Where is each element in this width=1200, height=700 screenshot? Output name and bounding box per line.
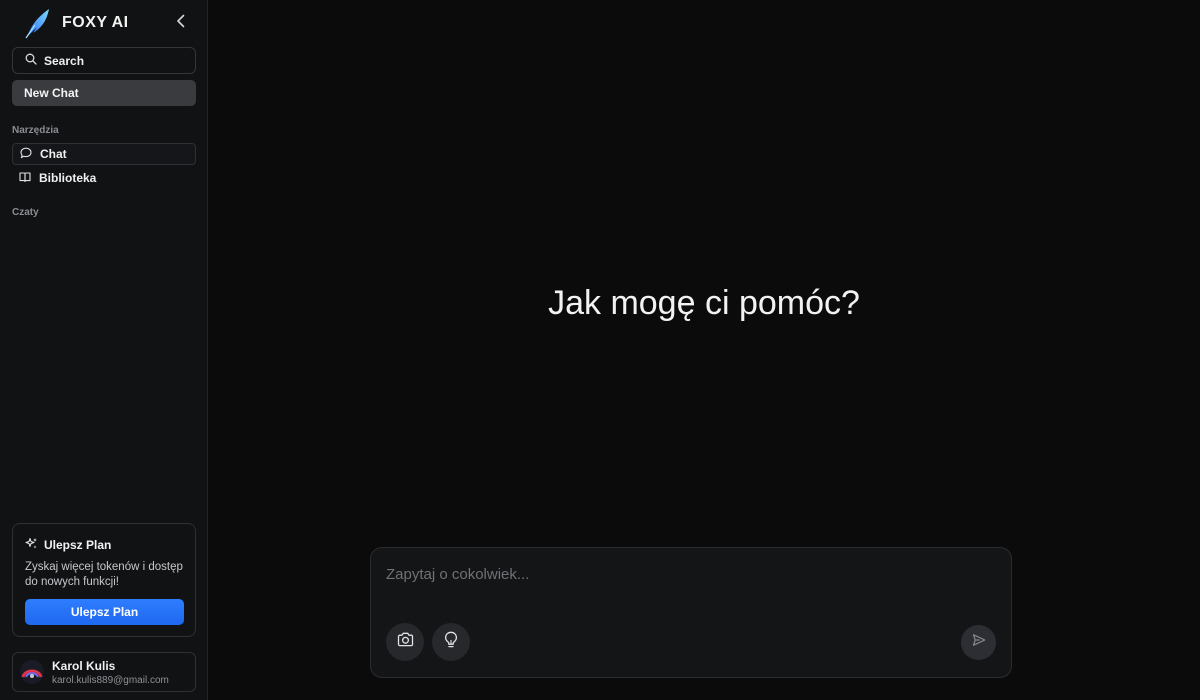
app-window: FOXY AI Search New Chat Narzędzia Chat B… [0, 0, 1200, 700]
search-icon [25, 52, 37, 70]
sidebar: FOXY AI Search New Chat Narzędzia Chat B… [0, 0, 208, 700]
sidebar-item-biblioteka[interactable]: Biblioteka [12, 167, 196, 189]
chat-composer [370, 547, 1012, 678]
welcome-headline: Jak mogę ci pomóc? [548, 284, 860, 322]
upgrade-plan-button[interactable]: Ulepsz Plan [25, 599, 184, 625]
section-label-chats: Czaty [12, 207, 39, 218]
user-profile[interactable]: Karol Kulis karol.kulis889@gmail.com [12, 652, 196, 692]
main-area: Jak mogę ci pomóc? [208, 0, 1200, 700]
send-icon [972, 633, 986, 652]
camera-icon [397, 632, 414, 652]
sidebar-item-label: Chat [40, 147, 67, 161]
upgrade-description: Zyskaj więcej tokenów i dostęp do nowych… [25, 561, 183, 588]
feather-logo-icon [22, 7, 52, 39]
upgrade-title: Ulepsz Plan [25, 537, 111, 553]
avatar [20, 660, 44, 684]
user-name: Karol Kulis [52, 658, 116, 673]
user-email: karol.kulis889@gmail.com [52, 674, 169, 686]
section-label-tools: Narzędzia [12, 125, 59, 136]
brand-name: FOXY AI [62, 14, 129, 31]
camera-button[interactable] [386, 623, 424, 661]
user-info: Karol Kulis karol.kulis889@gmail.com [52, 659, 169, 686]
upgrade-title-text: Ulepsz Plan [44, 538, 112, 552]
book-icon [19, 171, 31, 186]
prompt-input[interactable] [386, 562, 986, 586]
sidebar-item-label: Biblioteka [39, 171, 97, 185]
sidebar-item-chat[interactable]: Chat [12, 143, 196, 165]
upgrade-plan-card: Ulepsz Plan Zyskaj więcej tokenów i dost… [12, 523, 196, 637]
chat-bubble-icon [20, 147, 32, 162]
ideas-button[interactable] [432, 623, 470, 661]
chevron-left-icon [175, 14, 187, 33]
sparkles-icon [25, 537, 38, 553]
send-button[interactable] [961, 625, 996, 660]
lightbulb-icon [444, 631, 458, 654]
search-button[interactable]: Search [12, 47, 196, 74]
new-chat-button[interactable]: New Chat [12, 80, 196, 106]
search-label: Search [44, 53, 85, 68]
collapse-sidebar-button[interactable] [170, 12, 192, 34]
